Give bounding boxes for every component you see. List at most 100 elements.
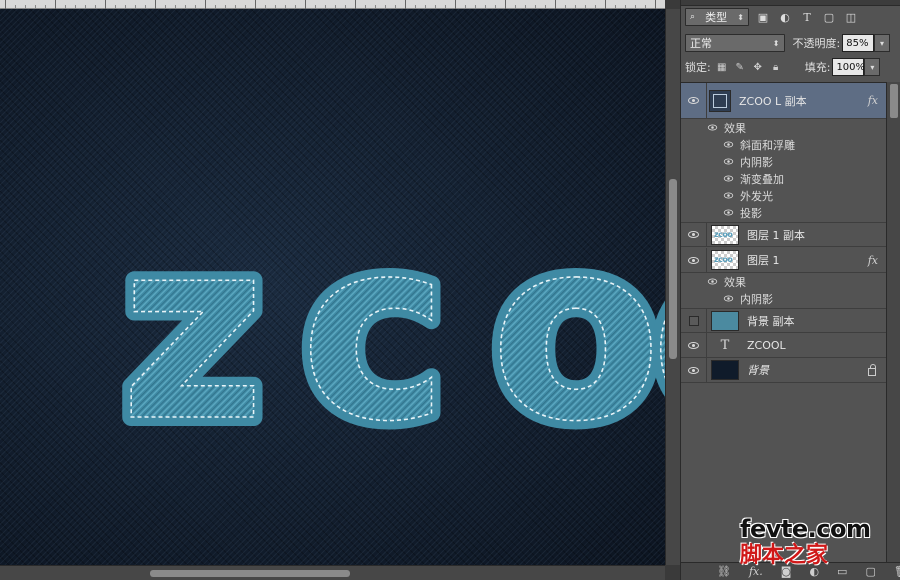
blend-mode-label: 正常	[690, 37, 712, 50]
effect-gradient-overlay[interactable]: 渐变叠加	[723, 170, 900, 187]
link-layers-icon[interactable]: ⛓	[717, 565, 731, 578]
chevron-updown-icon: ⬍	[772, 38, 780, 48]
eye-icon	[688, 231, 699, 238]
watermark-sub: 脚本之家	[740, 543, 829, 568]
eye-icon[interactable]	[723, 209, 734, 216]
effects-header-label: 效果	[724, 121, 746, 135]
layer-visibility-toggle[interactable]	[681, 333, 707, 357]
layer-name: 图层 1	[747, 254, 780, 267]
smartobject-filter-icon[interactable]: ◫	[843, 9, 859, 25]
canvas-artwork: zzccoooo	[111, 176, 665, 485]
canvas-horizontal-scrollbar[interactable]	[0, 565, 665, 580]
effect-bevel-emboss[interactable]: 斜面和浮雕	[723, 136, 900, 153]
canvas-letter-stitch: z	[120, 185, 266, 476]
fx-icon[interactable]: fx	[868, 254, 878, 267]
layer-visibility-toggle[interactable]	[681, 358, 707, 382]
effect-inner-shadow-2[interactable]: 内阴影	[723, 290, 900, 307]
effect-label: 内阴影	[740, 292, 773, 306]
fill-input[interactable]: 100%	[832, 58, 865, 76]
adjustment-filter-icon[interactable]: ◐	[777, 9, 793, 25]
eye-icon	[688, 256, 699, 264]
image-filter-icon[interactable]: ▣	[755, 9, 771, 25]
blend-mode-select[interactable]: 正常 ⬍	[685, 34, 785, 52]
canvas-letter-stitch: c	[300, 185, 448, 476]
effect-label: 斜面和浮雕	[740, 138, 795, 152]
effect-label: 投影	[740, 206, 762, 220]
lock-label: 锁定:	[685, 61, 711, 74]
search-icon: ⌕	[690, 12, 696, 22]
filter-row: ⌕ 类型 ⬍ ▣ ◐ T ▢ ◫	[685, 8, 890, 26]
effect-drop-shadow[interactable]: 投影	[723, 204, 900, 221]
lock-transparency-icon[interactable]: ▦	[715, 60, 729, 74]
vscroll-thumb[interactable]	[669, 179, 677, 359]
layer-thumbnail	[711, 360, 739, 380]
filter-kind-label: 类型	[705, 11, 728, 24]
layer-thumbnail	[709, 89, 731, 112]
effect-label: 外发光	[740, 189, 773, 203]
layer-name: ZCOOL	[747, 338, 786, 352]
zcool-stitched-text: zzccoooo	[111, 176, 665, 485]
effect-inner-shadow[interactable]: 内阴影	[723, 153, 900, 170]
layer-name: 背景 副本	[747, 314, 795, 328]
layers-scrollbar[interactable]	[886, 82, 900, 562]
lock-position-icon[interactable]: ✥	[751, 60, 765, 74]
layer-name: ZCOO L 副本	[739, 94, 807, 108]
hidden-visibility-box	[688, 315, 699, 326]
type-layer-icon: T	[720, 337, 730, 353]
chevron-updown-icon: ⬍	[737, 12, 744, 22]
opacity-dropdown-button[interactable]: ▾	[874, 34, 890, 52]
canvas-letter-stitch: o	[650, 185, 665, 476]
layer-visibility-toggle[interactable]	[681, 309, 707, 332]
layer-name: 背景	[747, 364, 769, 377]
opacity-input[interactable]: 85%	[842, 34, 875, 52]
canvas-letter-stitch: o	[490, 185, 662, 476]
layer-row-background[interactable]: 背景	[681, 358, 886, 383]
layer-name: 图层 1 副本	[747, 228, 805, 242]
layer-row-zcool-copy[interactable]: ZCOO L 副本 fx	[681, 83, 886, 119]
site-watermark: fevte.com 脚本之家	[740, 515, 900, 569]
layer-row-layer1-copy[interactable]: 图层 1 副本	[681, 222, 886, 247]
layers-list: ZCOO L 副本 fx 效果 斜面和浮雕 内阴影 渐变叠加 外发光 投影 zc…	[681, 82, 886, 562]
eye-icon[interactable]	[723, 158, 734, 165]
layer-thumbnail	[711, 250, 739, 270]
lock-pixels-icon[interactable]: ✎	[733, 60, 747, 74]
layer-thumbnail	[711, 310, 739, 331]
fill-dropdown-button[interactable]: ▾	[864, 58, 881, 76]
layers-panel: ⌕ 类型 ⬍ ▣ ◐ T ▢ ◫ 正常 ⬍ 不透明度: 85% ▾ 锁定: ▦ …	[680, 0, 900, 580]
effect-label: 内阴影	[740, 155, 773, 169]
fill-label: 填充:	[804, 61, 831, 74]
layer-row-layer1[interactable]: 图层 1 fx	[681, 248, 886, 273]
eye-icon[interactable]	[707, 278, 718, 285]
eye-icon[interactable]	[723, 295, 734, 302]
canvas-area: zzccoooo	[0, 0, 680, 580]
lock-all-icon[interactable]: 🔒︎	[769, 60, 783, 74]
type-filter-icon[interactable]: T	[799, 9, 815, 25]
canvas-vertical-scrollbar[interactable]	[665, 9, 680, 565]
layers-scroll-thumb[interactable]	[890, 84, 898, 118]
filter-kind-select[interactable]: ⌕ 类型 ⬍	[685, 8, 749, 26]
layer-thumbnail	[711, 224, 739, 245]
document-canvas[interactable]: zzccoooo	[0, 9, 665, 565]
blend-row: 正常 ⬍ 不透明度: 85% ▾	[685, 34, 890, 52]
opacity-label: 不透明度:	[792, 37, 841, 50]
eye-icon	[688, 341, 699, 349]
layer-visibility-toggle[interactable]	[681, 223, 707, 246]
eye-icon[interactable]	[723, 192, 734, 199]
shape-filter-icon[interactable]: ▢	[821, 9, 837, 25]
layer-row-zcool-text[interactable]: T ZCOOL	[681, 333, 886, 358]
effects-header-label: 效果	[724, 275, 746, 289]
layer-visibility-toggle[interactable]	[681, 248, 707, 272]
eye-icon[interactable]	[723, 141, 734, 148]
eye-icon[interactable]	[707, 124, 718, 131]
horizontal-ruler	[0, 0, 665, 9]
fx-icon[interactable]: fx	[868, 94, 878, 107]
effect-outer-glow[interactable]: 外发光	[723, 187, 900, 204]
lock-row: 锁定: ▦ ✎ ✥ 🔒︎ 填充: 100% ▾	[685, 58, 890, 76]
hscroll-thumb[interactable]	[150, 570, 350, 577]
eye-icon[interactable]	[723, 175, 734, 182]
panel-tab-strip[interactable]	[681, 0, 900, 6]
effects-header-2[interactable]: 效果	[707, 273, 886, 290]
effects-header[interactable]: 效果	[707, 119, 886, 136]
layer-row-background-copy[interactable]: 背景 副本	[681, 308, 886, 333]
layer-visibility-toggle[interactable]	[681, 83, 707, 118]
